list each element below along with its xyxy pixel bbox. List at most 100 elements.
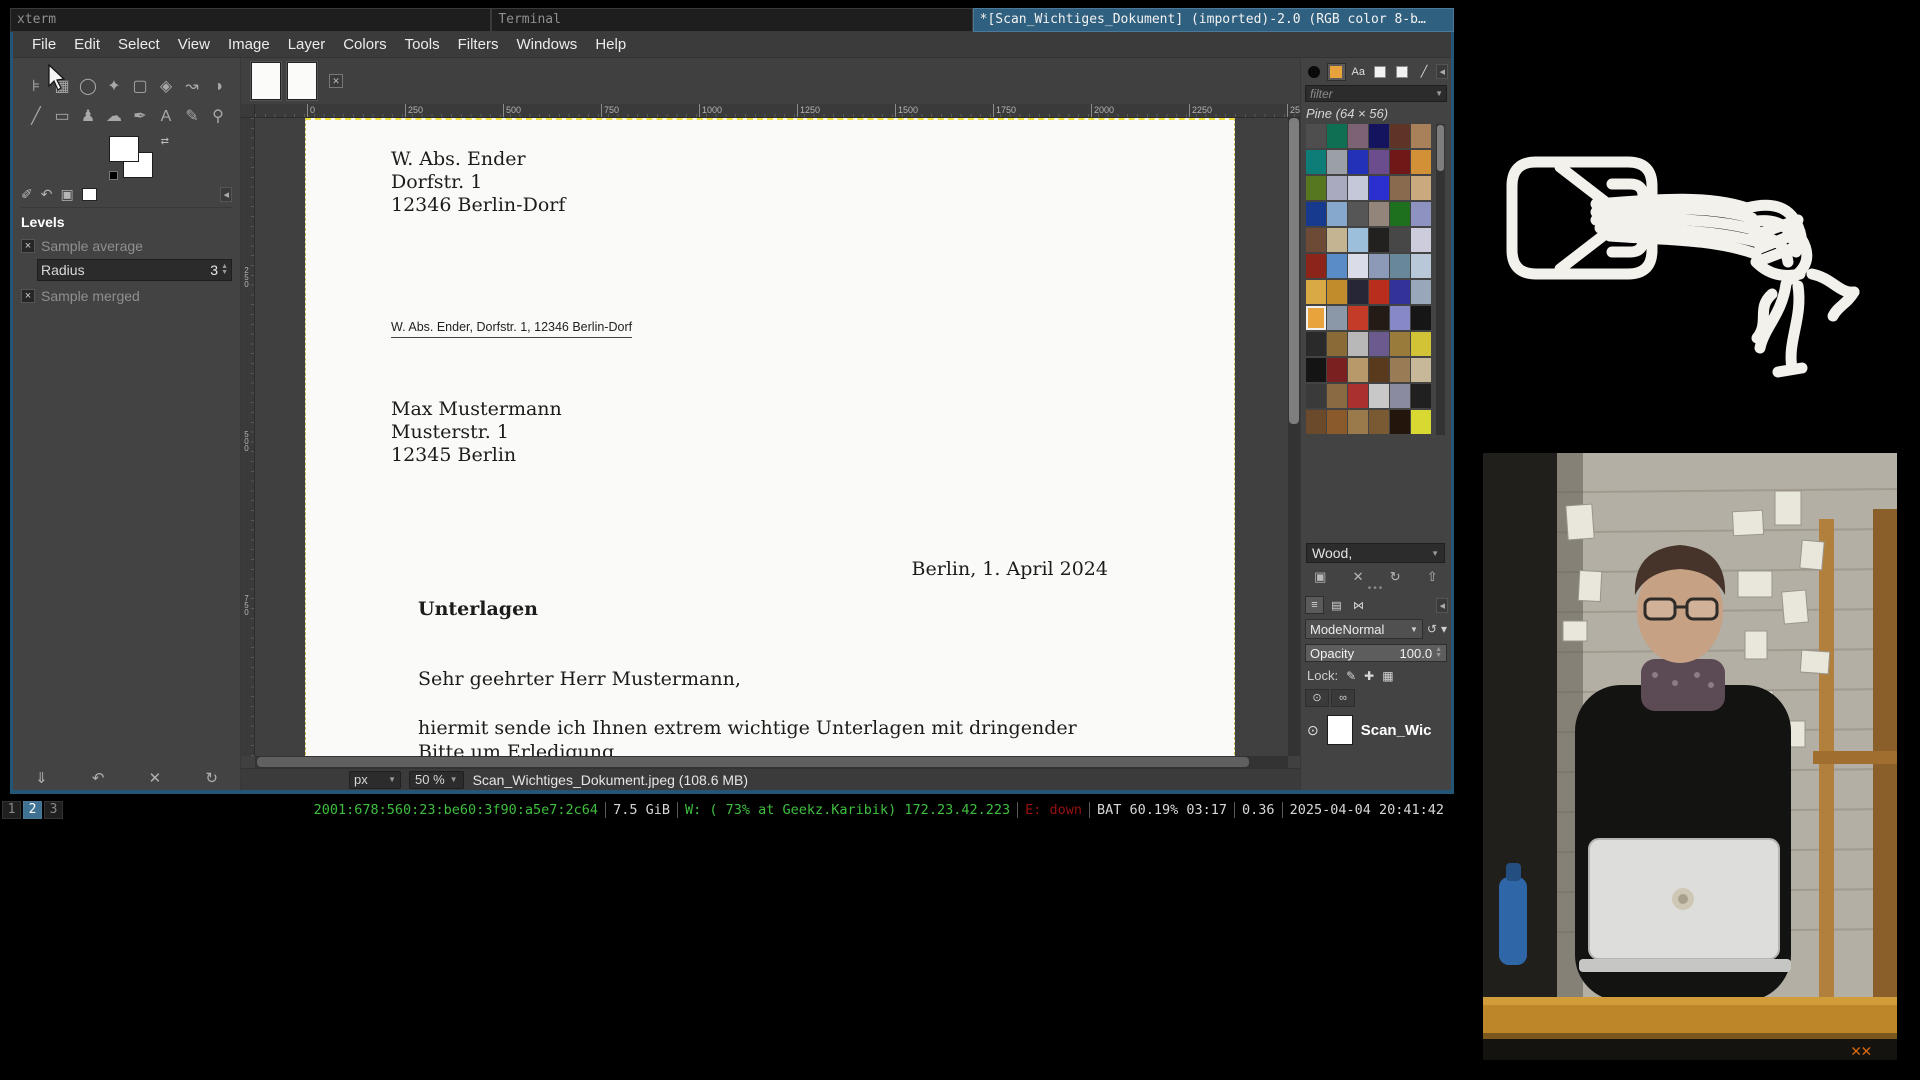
pattern-swatch[interactable] bbox=[1390, 280, 1410, 304]
dock-action-icon[interactable]: ▣ bbox=[1314, 569, 1326, 585]
pattern-swatch[interactable] bbox=[1327, 280, 1347, 304]
pattern-swatch[interactable] bbox=[1369, 280, 1389, 304]
close-icon[interactable]: ✕ bbox=[329, 74, 343, 88]
titlebar-gimp-focused[interactable]: *[Scan_Wichtiges_Dokument] (imported)-2.… bbox=[973, 8, 1454, 32]
pattern-swatch[interactable] bbox=[1369, 306, 1389, 330]
pattern-swatch[interactable] bbox=[1369, 332, 1389, 356]
pattern-scrollbar[interactable] bbox=[1436, 124, 1445, 435]
pattern-swatch[interactable] bbox=[1390, 254, 1410, 278]
titlebar-terminal[interactable]: Terminal bbox=[491, 8, 972, 32]
scrollbar-thumb[interactable] bbox=[1289, 118, 1299, 424]
pattern-swatch[interactable] bbox=[1348, 124, 1368, 148]
tool-icon[interactable]: ◈ bbox=[153, 74, 179, 102]
tab-document-history[interactable] bbox=[1393, 63, 1412, 81]
pattern-swatch[interactable] bbox=[1327, 176, 1347, 200]
pattern-swatch[interactable] bbox=[1348, 202, 1368, 226]
tool-icon[interactable]: A bbox=[153, 104, 179, 132]
tool-options-icon[interactable]: ✐ bbox=[21, 186, 33, 203]
pattern-swatch[interactable] bbox=[1306, 410, 1326, 434]
device-status-icon[interactable]: ▣ bbox=[60, 186, 73, 203]
pattern-swatch[interactable] bbox=[1327, 202, 1347, 226]
pattern-swatch[interactable] bbox=[1390, 358, 1410, 382]
pattern-swatch[interactable] bbox=[1348, 332, 1368, 356]
pattern-swatch[interactable] bbox=[1369, 254, 1389, 278]
pattern-swatch[interactable] bbox=[1369, 358, 1389, 382]
pattern-swatch[interactable] bbox=[1369, 410, 1389, 434]
swap-colors-icon[interactable]: ⇄ bbox=[161, 136, 169, 147]
pattern-swatch[interactable] bbox=[1369, 202, 1389, 226]
tab-patterns[interactable] bbox=[1327, 63, 1346, 81]
toolbox-action-icon[interactable]: ✕ bbox=[149, 769, 162, 787]
pattern-swatch[interactable] bbox=[1327, 306, 1347, 330]
pattern-swatch[interactable] bbox=[1411, 358, 1431, 382]
menu-item[interactable]: Help bbox=[586, 36, 635, 53]
pattern-swatch[interactable] bbox=[1369, 228, 1389, 252]
tool-icon[interactable]: ▢ bbox=[127, 74, 153, 102]
pattern-swatch[interactable] bbox=[1348, 228, 1368, 252]
titlebar-xterm[interactable]: xterm bbox=[10, 8, 491, 32]
pattern-swatch[interactable] bbox=[1306, 202, 1326, 226]
ruler-corner[interactable] bbox=[241, 104, 255, 118]
pattern-swatch[interactable] bbox=[1327, 358, 1347, 382]
menu-item[interactable]: Image bbox=[219, 36, 279, 53]
opacity-slider[interactable]: Opacity 100.0 ▲▼ bbox=[1305, 644, 1447, 662]
scrollbar-thumb[interactable] bbox=[1437, 125, 1444, 171]
mode-reset-icon[interactable]: ↺ bbox=[1427, 622, 1437, 636]
pattern-swatch[interactable] bbox=[1306, 176, 1326, 200]
pattern-swatch[interactable] bbox=[1369, 150, 1389, 174]
tab-palettes[interactable] bbox=[1371, 63, 1390, 81]
pattern-swatch[interactable] bbox=[1327, 332, 1347, 356]
link-header-icon[interactable]: ∞ bbox=[1331, 689, 1355, 707]
tool-icon[interactable]: ☁ bbox=[101, 104, 127, 132]
vertical-scrollbar[interactable] bbox=[1288, 118, 1300, 756]
menu-item[interactable]: Colors bbox=[334, 36, 395, 53]
tab-gradients[interactable]: ╱ bbox=[1415, 63, 1434, 81]
pattern-swatch[interactable] bbox=[1411, 306, 1431, 330]
pattern-swatch[interactable] bbox=[1411, 228, 1431, 252]
image-tab-thumbnail[interactable] bbox=[287, 62, 317, 100]
pattern-swatch[interactable] bbox=[1327, 410, 1347, 434]
pattern-swatch[interactable] bbox=[1390, 150, 1410, 174]
radius-spinner[interactable]: Radius 3 ▲▼ bbox=[37, 259, 232, 281]
drag-handle-icon[interactable]: ••• bbox=[1301, 585, 1451, 593]
tab-brushes[interactable] bbox=[1305, 63, 1324, 81]
toolbox-action-icon[interactable]: ↶ bbox=[92, 769, 105, 787]
sample-merged-checkbox[interactable]: × bbox=[21, 289, 35, 303]
unit-select[interactable]: px▼ bbox=[349, 771, 401, 789]
dock-action-icon[interactable]: ✕ bbox=[1353, 569, 1364, 585]
pattern-swatch[interactable] bbox=[1411, 332, 1431, 356]
tool-icon[interactable]: ╱ bbox=[23, 104, 49, 132]
sample-average-checkbox[interactable]: × bbox=[21, 239, 35, 253]
pattern-swatch[interactable] bbox=[1390, 228, 1410, 252]
pattern-swatch[interactable] bbox=[1348, 384, 1368, 408]
pattern-swatch[interactable] bbox=[1348, 176, 1368, 200]
tool-icon[interactable]: ♟ bbox=[75, 104, 101, 132]
pattern-swatch[interactable] bbox=[1327, 384, 1347, 408]
canvas-viewport[interactable]: W. Abs. EnderDorfstr. 112346 Berlin-Dorf… bbox=[255, 118, 1288, 756]
tool-icon[interactable]: ✦ bbox=[101, 74, 127, 102]
tab-paths[interactable]: ⋈ bbox=[1349, 596, 1368, 614]
pattern-swatch[interactable] bbox=[1348, 410, 1368, 434]
tool-icon[interactable]: ◯ bbox=[75, 74, 101, 102]
lock-position-icon[interactable]: ✚ bbox=[1364, 669, 1374, 683]
pattern-swatch[interactable] bbox=[1306, 358, 1326, 382]
lock-pixels-icon[interactable]: ✎ bbox=[1346, 669, 1356, 683]
layer-visibility-icon[interactable]: ⊙ bbox=[1307, 722, 1319, 739]
workspace-button-2[interactable]: 2 bbox=[23, 801, 42, 819]
toolbox-action-icon[interactable]: ⇓ bbox=[35, 769, 48, 787]
pattern-swatch[interactable] bbox=[1411, 176, 1431, 200]
layer-row[interactable]: ⊙ Scan_Wic bbox=[1307, 715, 1451, 745]
pattern-swatch[interactable] bbox=[1411, 254, 1431, 278]
pattern-swatch[interactable] bbox=[1369, 176, 1389, 200]
tool-icon[interactable]: ↝ bbox=[179, 74, 205, 102]
panel-collapse-icon[interactable]: ◂ bbox=[1436, 64, 1448, 79]
menu-item[interactable]: Layer bbox=[279, 36, 335, 53]
pattern-swatch[interactable] bbox=[1411, 410, 1431, 434]
pattern-swatch[interactable] bbox=[1327, 254, 1347, 278]
pattern-swatch[interactable] bbox=[1306, 332, 1326, 356]
pattern-swatch[interactable] bbox=[1348, 306, 1368, 330]
lock-alpha-icon[interactable]: ▦ bbox=[1382, 669, 1393, 683]
visibility-header-icon[interactable]: ⊙ bbox=[1305, 689, 1329, 707]
dock-action-icon[interactable]: ⇧ bbox=[1427, 569, 1438, 585]
pattern-swatch[interactable] bbox=[1411, 150, 1431, 174]
